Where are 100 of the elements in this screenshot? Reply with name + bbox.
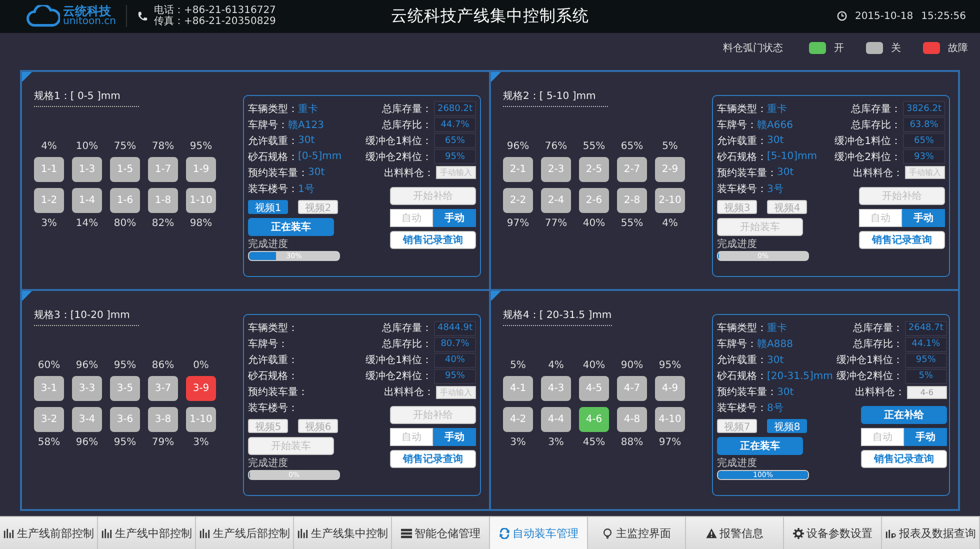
bin-level-text: 3% [193, 437, 209, 448]
outlet-field[interactable]: 4-6 [906, 386, 947, 399]
bin-tile[interactable]: 4-7 [617, 376, 647, 402]
bin-tile[interactable]: 1-4 [72, 188, 102, 213]
video-button[interactable]: 视频2 [298, 200, 338, 214]
video-button[interactable]: 视频3 [717, 200, 757, 214]
bin-level-text: 55% [620, 218, 644, 229]
window-title: 云统科技产线集中控制系统 [391, 6, 589, 27]
mode-toggle-option[interactable]: 手动 [902, 208, 945, 227]
bin-level-text: 3% [41, 218, 57, 229]
mode-toggle-option[interactable]: 手动 [433, 208, 476, 227]
bin-tile[interactable]: 4-2 [503, 407, 533, 432]
bin-tile[interactable]: 4-4 [541, 407, 571, 432]
bin-tile[interactable]: 2-2 [503, 188, 533, 213]
bin-tile[interactable]: 2-3 [541, 156, 571, 182]
bin-tile[interactable]: 1-7 [148, 156, 178, 182]
bin-tile[interactable]: 1-9 [186, 156, 216, 182]
sales-query-button[interactable]: 销售记录查询 [390, 450, 476, 468]
bin-tile[interactable]: 1-8 [148, 188, 178, 213]
bin-tile[interactable]: 4-10 [655, 407, 685, 432]
bin-tile[interactable]: 1-6 [110, 188, 140, 213]
bin-tile[interactable]: 4-1 [503, 376, 533, 402]
supply-button[interactable]: 正在补给 [860, 406, 947, 424]
bin-tile[interactable]: 1-5 [110, 156, 140, 182]
field-label: 总库存量： [382, 102, 432, 116]
bin-tile[interactable]: 3-8 [148, 407, 178, 432]
bin-tile[interactable]: 2-1 [503, 156, 533, 182]
bin-tile[interactable]: 1-2 [34, 188, 64, 213]
bin-tile[interactable]: 4-5 [579, 376, 609, 402]
bin-tile[interactable]: 4-8 [617, 407, 647, 432]
sales-query-button[interactable]: 销售记录查询 [390, 230, 476, 249]
sales-query-button[interactable]: 销售记录查询 [859, 230, 945, 249]
mode-toggle-option[interactable]: 手动 [904, 428, 947, 446]
bin-tile[interactable]: 3-9 [186, 376, 216, 402]
bin-tile[interactable]: 4-3 [541, 376, 571, 402]
bin-tile[interactable]: 3-4 [72, 407, 102, 432]
nav-tab[interactable]: 生产线集中控制 [294, 517, 392, 549]
bin-level-text: 90% [620, 360, 644, 372]
nav-tab[interactable]: 报表及数据查询 [882, 517, 980, 549]
bin-tile[interactable]: 1-3 [72, 156, 102, 182]
video-button[interactable]: 视频4 [767, 200, 807, 214]
video-button[interactable]: 视频1 [248, 200, 288, 214]
nav-tab[interactable]: 设备参数设置 [784, 517, 882, 549]
bin-level-text: 96% [76, 437, 98, 448]
video-button[interactable]: 视频8 [767, 419, 807, 434]
nav-tab[interactable]: 生产线后部控制 [196, 517, 294, 549]
bin-tile[interactable]: 2-9 [655, 156, 685, 182]
mode-toggle-option[interactable]: 自动 [859, 208, 902, 227]
bin-tile[interactable]: 2-4 [541, 188, 571, 213]
bin-tile[interactable]: 4-6 [579, 407, 609, 432]
bin-tile[interactable]: 3-1 [34, 376, 64, 402]
nav-tab[interactable]: 生产线中部控制 [98, 517, 196, 549]
bin-tile[interactable]: 1-10 [186, 188, 216, 213]
nav-tab[interactable]: 主监控界面 [588, 517, 686, 549]
phone-number: 电话：+86-21-61316727 [154, 4, 276, 16]
loading-button[interactable]: 正在装车 [717, 437, 803, 456]
bin-tile[interactable]: 1-10 [186, 407, 216, 432]
sales-query-button[interactable]: 销售记录查询 [860, 450, 947, 468]
bin-level-text: 95% [658, 360, 682, 372]
bin-tile[interactable]: 4-9 [655, 376, 685, 402]
nav-tab[interactable]: 生产线前部控制 [0, 517, 98, 549]
bin-level-text: 0% [193, 360, 209, 372]
field-value: [20-31.5]mm [767, 370, 833, 382]
progress-label: 完成进度 [717, 456, 758, 470]
field-label: 预约装车量： [717, 386, 777, 400]
bin-level-text: 4% [548, 360, 564, 372]
bin-tile[interactable]: 2-7 [617, 156, 647, 182]
bin-level-text: 78% [152, 140, 174, 152]
bin-tile[interactable]: 2-6 [579, 188, 609, 213]
field-label: 允许载重： [717, 354, 767, 368]
bin-tile[interactable]: 2-8 [617, 188, 647, 213]
nav-tab[interactable]: 自动装车管理 [490, 517, 588, 549]
server-icon [400, 528, 412, 539]
nav-tab[interactable]: 报警信息 [686, 517, 784, 549]
video-button[interactable]: 视频5 [248, 419, 288, 434]
loading-button[interactable]: 正在装车 [248, 218, 334, 236]
mode-toggle-option[interactable]: 自动 [390, 428, 433, 446]
bin-tile[interactable]: 3-2 [34, 407, 64, 432]
bin-tile[interactable]: 2-10 [655, 188, 685, 213]
mode-toggle-option[interactable]: 自动 [860, 428, 904, 446]
field-label: 缓冲仓1料位： [366, 134, 432, 148]
bin-tile[interactable]: 1-1 [34, 156, 64, 182]
legend-title: 料仓弧门状态 [723, 42, 783, 55]
progress-label: 完成进度 [248, 456, 289, 470]
bin-level-text: 97% [506, 218, 530, 229]
video-button[interactable]: 视频6 [298, 419, 338, 434]
mode-toggle-option[interactable]: 手动 [433, 428, 476, 446]
bin-tile[interactable]: 3-3 [72, 376, 102, 402]
bin-tile[interactable]: 3-5 [110, 376, 140, 402]
bin-tile[interactable]: 2-5 [579, 156, 609, 182]
corner-marker-icon [491, 291, 501, 302]
field-label: 总库存比： [382, 118, 432, 132]
mode-toggle-option[interactable]: 自动 [390, 208, 433, 227]
section-title: 规格1：[ 0-5 ]mm [34, 88, 139, 107]
bin-tile[interactable]: 3-7 [148, 376, 178, 402]
video-button[interactable]: 视频7 [717, 419, 757, 434]
bin-level-text: 86% [152, 360, 174, 372]
bin-tile[interactable]: 3-6 [110, 407, 140, 432]
bin-level-text: 79% [152, 437, 174, 448]
readout-box: 95% [434, 368, 476, 384]
